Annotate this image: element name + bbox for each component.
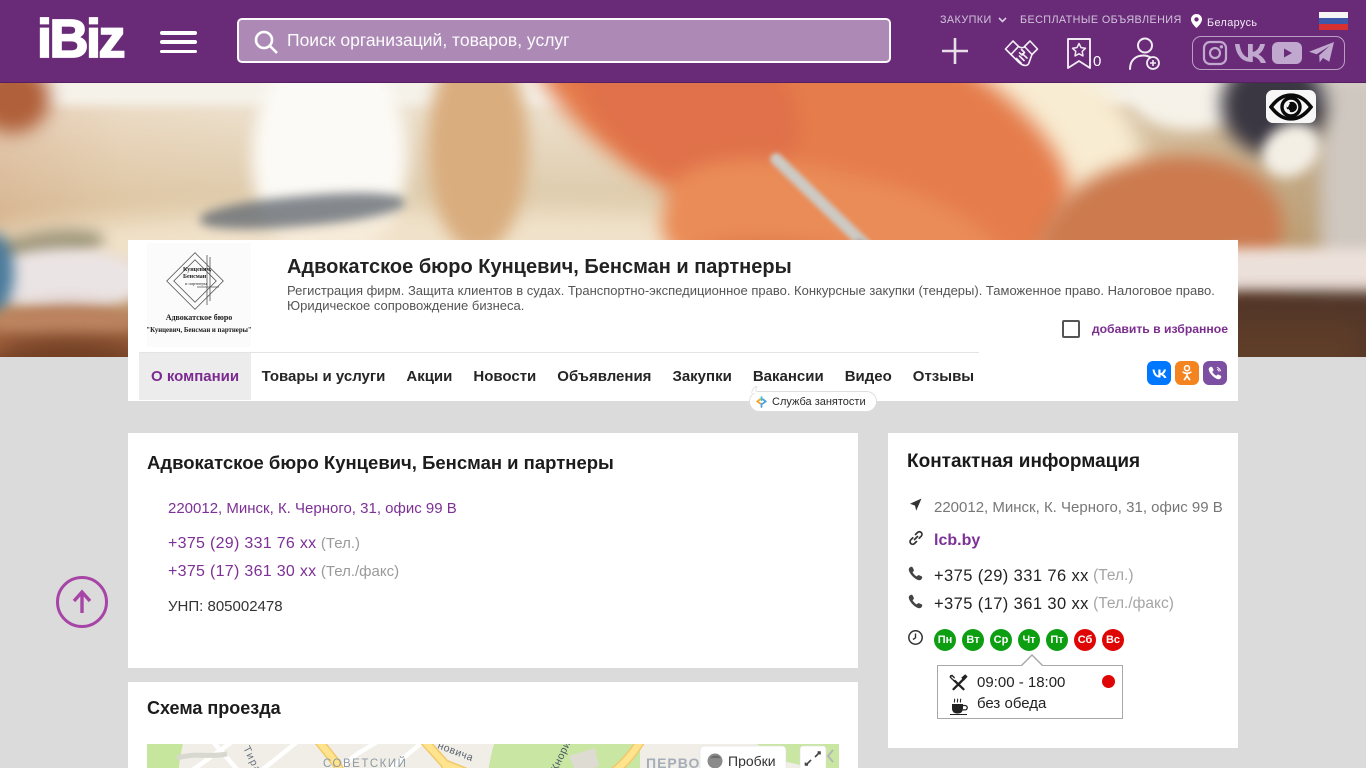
svg-text:СОВЕТСКИЙ: СОВЕТСКИЙ bbox=[323, 757, 407, 768]
svg-text:Кунцевич,: Кунцевич, bbox=[183, 267, 212, 273]
svg-text:и партнеры: и партнеры bbox=[185, 281, 207, 286]
svg-text:Адвокатское бюро: Адвокатское бюро bbox=[166, 313, 233, 322]
svg-text:Бенсман: Бенсман bbox=[183, 274, 207, 280]
svg-text:Пробки: Пробки bbox=[728, 753, 776, 768]
svg-text:"Кунцевич, Бенсман и партнеры": "Кунцевич, Бенсман и партнеры" bbox=[147, 327, 251, 334]
